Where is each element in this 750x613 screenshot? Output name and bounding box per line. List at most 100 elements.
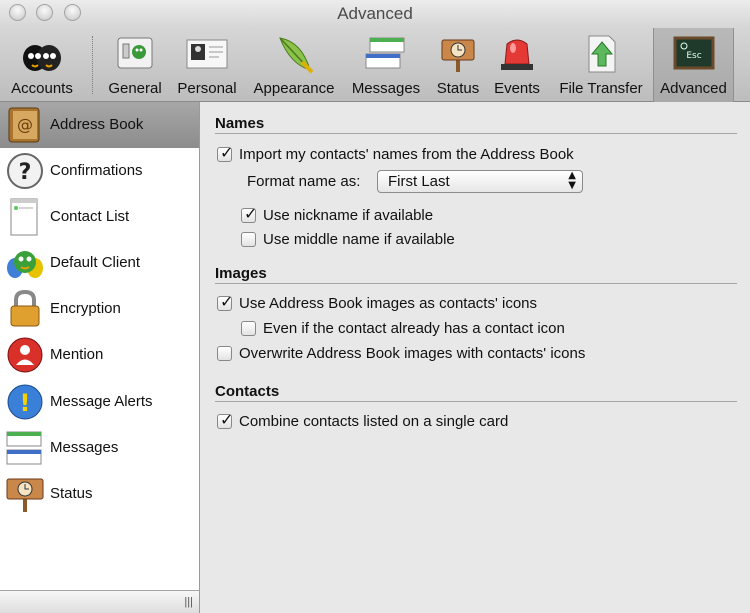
lock-icon [10,290,40,327]
section-divider [215,133,737,134]
sidebar-item-label: Mention [50,346,104,363]
status-sign-icon [6,478,44,512]
alert-icon: ! [7,384,43,420]
sidebar-item-label: Contact List [50,208,130,225]
popup-arrows-icon: ▲ ▼ [568,170,576,191]
toolbar-label: Advanced [660,80,727,97]
toolbar-separator [92,36,93,94]
toolbar-events[interactable]: Events [489,28,545,102]
checkmark-icon: ✓ [220,292,234,311]
sidebar-item-message-alerts[interactable]: ! Message Alerts [0,379,199,425]
toolbar-accounts[interactable]: Accounts [0,28,84,102]
toolbar-personal[interactable]: Personal [172,28,242,102]
preferences-toolbar: Accounts General Personal Appearance Mes… [0,28,750,102]
toolbar-general[interactable]: General [103,28,167,102]
use-images-checkbox[interactable]: ✓ [217,292,233,311]
format-name-popup[interactable]: First Last ▲ ▼ [377,170,583,193]
combine-contacts-checkbox[interactable]: ✓ [217,410,233,429]
checkbox-label: Combine contacts listed on a single card [239,413,509,430]
import-contacts-checkbox[interactable]: ✓ [217,143,233,162]
even-if-icon-checkbox-row[interactable]: Even if the contact already has a contac… [241,319,641,339]
overwrite-images-checkbox[interactable] [217,346,232,361]
sidebar-item-mention[interactable]: Mention [0,332,199,378]
file-transfer-icon [588,35,616,73]
messages-icon [365,37,405,69]
checkbox-label: Use nickname if available [263,207,434,224]
toolbar-appearance[interactable]: Appearance [248,28,340,102]
checkbox-label: Overwrite Address Book images with conta… [239,345,586,362]
section-divider [215,283,737,284]
sidebar-item-contact-list[interactable]: Contact List [0,194,199,240]
even-if-icon-checkbox[interactable] [241,321,256,336]
address-book-pane: Names ✓ Import my contacts' names from t… [201,102,750,613]
checkmark-icon: ✓ [220,143,234,162]
sidebar-bottom-bar: ||| [0,590,199,613]
default-client-icon [7,251,43,278]
svg-text:!: ! [20,389,31,417]
sidebar: @ Address Book ? Confirmations Contact L… [0,102,200,613]
window-title: Advanced [337,4,413,23]
format-name-value: First Last [388,173,450,190]
checkbox-label: Even if the contact already has a contac… [263,320,565,337]
format-name-label: Format name as: [247,173,361,190]
sidebar-item-confirmations[interactable]: ? Confirmations [0,148,199,194]
toolbar-label: Appearance [253,80,335,97]
section-title-images: Images [215,265,267,282]
events-icon [501,39,533,70]
sidebar-item-encryption[interactable]: Encryption [0,286,199,332]
overwrite-images-checkbox-row[interactable]: Overwrite Address Book images with conta… [217,344,637,364]
appearance-icon [279,37,314,74]
general-icon [117,37,153,69]
toolbar-status[interactable]: Status [430,28,486,102]
toolbar-label: General [108,80,162,97]
checkbox-label: Import my contacts' names from the Addre… [239,146,574,163]
checkbox-label: Use middle name if available [263,231,455,248]
section-divider [215,401,737,402]
sidebar-item-messages[interactable]: Messages [0,425,199,471]
svg-text:?: ? [19,160,32,185]
personal-icon [186,39,228,69]
import-contacts-checkbox-row[interactable]: ✓ Import my contacts' names from the Add… [217,143,637,165]
toolbar-label: File Transfer [559,80,643,97]
toolbar-label: Status [436,80,480,97]
use-middle-name-checkbox[interactable] [241,232,256,247]
sidebar-item-status[interactable]: Status [0,471,199,517]
use-nickname-checkbox-row[interactable]: ✓ Use nickname if available [241,204,541,226]
use-images-checkbox-row[interactable]: ✓ Use Address Book images as contacts' i… [217,292,637,314]
sidebar-item-label: Address Book [50,116,144,133]
toolbar-label: Personal [177,80,237,97]
checkmark-icon: ✓ [220,410,234,429]
status-icon [441,39,475,72]
sidebar-item-label: Status [50,485,93,502]
toolbar-messages[interactable]: Messages [348,28,424,102]
sidebar-item-address-book[interactable]: @ Address Book [0,102,199,148]
section-title-names: Names [215,115,265,132]
sidebar-item-label: Confirmations [50,162,143,179]
accounts-icon [23,45,61,71]
toolbar-label: Events [494,80,540,97]
contact-list-icon [10,198,38,236]
sidebar-item-label: Message Alerts [50,393,153,410]
svg-text:@: @ [17,115,33,134]
mention-icon [7,337,43,373]
toolbar-label: Messages [351,80,421,97]
checkbox-label: Use Address Book images as contacts' ico… [239,295,538,312]
svg-text:Esc: Esc [686,51,701,61]
combine-contacts-checkbox-row[interactable]: ✓ Combine contacts listed on a single ca… [217,410,637,432]
title-bar: Advanced [0,0,750,28]
sidebar-item-label: Messages [50,439,119,456]
checkmark-icon: ✓ [244,204,258,223]
toolbar-file-transfer[interactable]: File Transfer [551,28,651,102]
use-nickname-checkbox[interactable]: ✓ [241,204,257,223]
sidebar-item-label: Encryption [50,300,121,317]
use-middle-name-checkbox-row[interactable]: Use middle name if available [241,230,541,250]
messages-icon [6,431,42,465]
section-title-contacts: Contacts [215,383,280,400]
question-icon: ? [7,153,43,189]
sidebar-item-label: Default Client [50,254,141,271]
toolbar-label: Accounts [11,80,73,97]
toolbar-advanced[interactable]: Esc Advanced [653,28,734,102]
resize-grip-icon[interactable]: ||| [184,596,193,608]
sidebar-item-default-client[interactable]: Default Client [0,240,199,286]
address-book-icon: @ [8,107,40,143]
